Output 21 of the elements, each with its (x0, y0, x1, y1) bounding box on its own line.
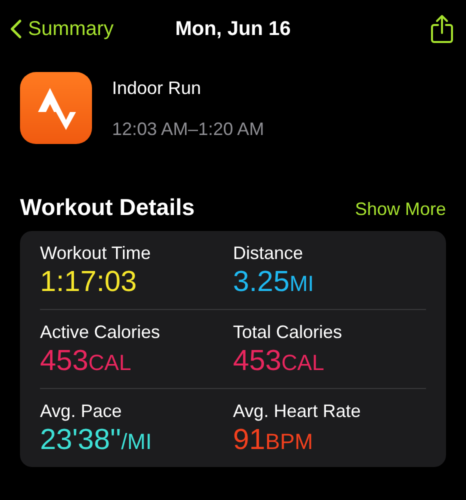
metric-value: 453CAL (40, 345, 132, 378)
page-title: Mon, Jun 16 (175, 18, 291, 40)
metric-label: Distance (233, 243, 304, 264)
section-title: Workout Details (20, 194, 195, 221)
workout-name: Indoor Run (112, 78, 202, 99)
chevron-icon (10, 19, 22, 39)
share-icon[interactable] (430, 14, 454, 44)
time-range: 12:03 AM–1:20 AM (112, 119, 264, 140)
app-icon (20, 72, 92, 144)
metric-value: 91BPM (233, 424, 313, 457)
metric-value: 453CAL (233, 345, 324, 378)
metric-value: 3.25MI (233, 266, 314, 299)
show-more-link[interactable]: Show More (354, 199, 446, 220)
metric-label: Workout Time (40, 243, 152, 264)
metric-label: Avg. Heart Rate (233, 401, 362, 422)
metric-label: Avg. Pace (40, 401, 123, 422)
metric-label: Total Calories (233, 322, 344, 343)
metric-value: 23'38''/MI (40, 424, 152, 457)
metric-value: 1:17:03 (40, 266, 137, 299)
back-button[interactable]: Summary (10, 18, 114, 40)
metric-label: Active Calories (40, 322, 162, 343)
